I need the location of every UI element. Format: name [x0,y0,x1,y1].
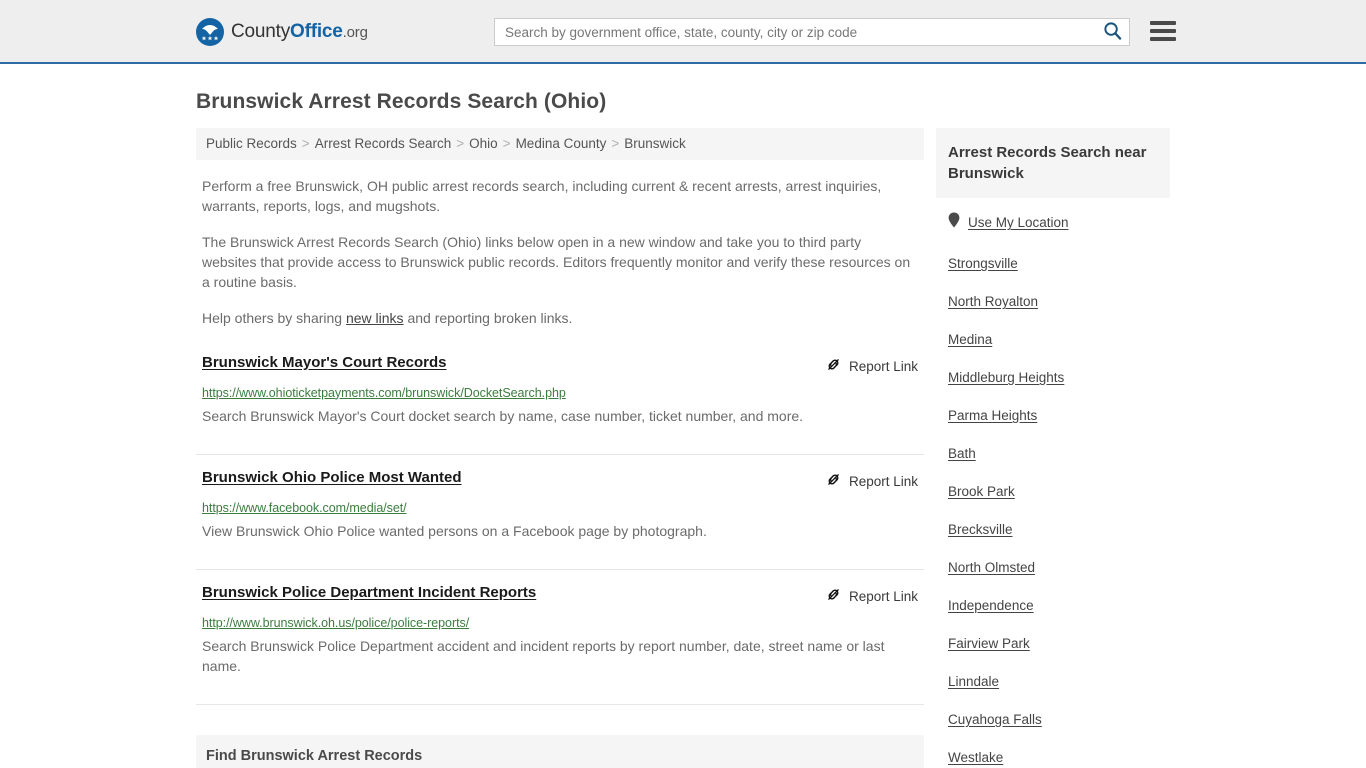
intro-paragraph-3: Help others by sharing new links and rep… [196,308,924,328]
sidebar-item-fairview-park[interactable]: Fairview Park [948,636,1030,651]
list-item: Independence [948,597,1170,615]
intro-section: Perform a free Brunswick, OH public arre… [196,176,924,328]
result-description: View Brunswick Ohio Police wanted person… [202,522,707,539]
list-item: Fairview Park [948,635,1170,653]
result-item: Brunswick Police Department Incident Rep… [196,584,924,705]
result-url[interactable]: http://www.brunswick.oh.us/police/police… [202,616,918,630]
menu-bar-3 [1150,37,1176,41]
report-link-button[interactable]: Report Link [825,471,918,493]
sidebar: Arrest Records Search near Brunswick Use… [936,128,1170,768]
list-item: Brecksville [948,521,1170,539]
breadcrumb-item-public-records[interactable]: Public Records [206,136,297,151]
sidebar-item-north-royalton[interactable]: North Royalton [948,294,1038,309]
find-records-section: Find Brunswick Arrest Records Brunswick … [196,734,924,768]
list-item: Linndale [948,673,1170,691]
result-item: Brunswick Ohio Police Most Wanted Report… [196,469,924,570]
result-item: Brunswick Mayor's Court Records Report L… [196,354,924,455]
sidebar-item-brecksville[interactable]: Brecksville [948,522,1013,537]
result-title-link[interactable]: Brunswick Mayor's Court Records [202,354,446,371]
report-link-button[interactable]: Report Link [825,356,918,378]
sidebar-item-strongsville[interactable]: Strongsville [948,256,1018,271]
sidebar-item-bath[interactable]: Bath [948,446,976,461]
sidebar-item-middleburg-heights[interactable]: Middleburg Heights [948,370,1064,385]
use-my-location-row[interactable]: Use My Location [948,212,1170,233]
intro-paragraph-2: The Brunswick Arrest Records Search (Ohi… [202,233,911,290]
page-title: Brunswick Arrest Records Search (Ohio) [196,90,607,113]
sidebar-item-parma-heights[interactable]: Parma Heights [948,408,1037,423]
results-list: Brunswick Mayor's Court Records Report L… [196,354,924,705]
sidebar-item-medina[interactable]: Medina [948,332,992,347]
breadcrumb-item-brunswick[interactable]: Brunswick [624,136,686,151]
search-icon [1103,21,1122,43]
list-item: Bath [948,445,1170,463]
hamburger-menu-button[interactable] [1150,19,1176,43]
logo-text: CountyOffice.org [231,21,368,43]
menu-bar-1 [1150,21,1176,25]
list-item: Medina [948,331,1170,349]
report-link-label: Report Link [848,589,918,604]
list-item: Cuyahoga Falls [948,711,1170,729]
list-item: Westlake [948,749,1170,767]
sidebar-item-independence[interactable]: Independence [948,598,1034,613]
sidebar-item-brook-park[interactable]: Brook Park [948,484,1015,499]
breadcrumb-separator: > [611,136,620,151]
result-description: Search Brunswick Mayor's Court docket se… [202,407,804,424]
result-title-link[interactable]: Brunswick Police Department Incident Rep… [202,584,536,601]
menu-bar-2 [1150,29,1176,33]
intro-paragraph-1: Perform a free Brunswick, OH public arre… [202,177,882,214]
list-item: Use My Location [948,212,1170,233]
sidebar-heading: Arrest Records Search near Brunswick [936,128,1170,198]
list-item: Parma Heights [948,407,1170,425]
broken-link-icon [825,356,842,378]
breadcrumb-separator: > [502,136,511,151]
search-button[interactable] [1095,19,1129,45]
logo-text-org: .org [342,24,368,41]
main-content: Public Records > Arrest Records Search > Ohi… [196,128,924,768]
breadcrumb-separator: > [456,136,465,151]
result-title-link[interactable]: Brunswick Ohio Police Most Wanted [202,469,461,486]
report-link-label: Report Link [848,474,918,489]
page-container: Brunswick Arrest Records Search (Ohio) P… [0,90,1366,768]
new-links-link[interactable]: new links [346,310,404,326]
nearby-locations-list: Use My Location Strongsville North Royal… [936,198,1170,768]
share-text-before: Help others by sharing [202,309,346,326]
site-logo[interactable]: CountyOffice.org [196,18,368,46]
breadcrumb-item-ohio[interactable]: Ohio [469,136,498,151]
breadcrumb: Public Records > Arrest Records Search > Ohi… [196,128,924,160]
search-input[interactable] [495,19,1095,45]
share-text-after: and reporting broken links. [403,309,573,326]
broken-link-icon [825,471,842,493]
report-link-button[interactable]: Report Link [825,586,918,608]
sidebar-item-linndale[interactable]: Linndale [948,674,999,689]
list-item: North Olmsted [948,559,1170,577]
list-item: Brook Park [948,483,1170,501]
eagle-stars-logo-icon [196,18,224,46]
result-description: Search Brunswick Police Department accid… [202,637,885,674]
breadcrumb-item-arrest-records-search[interactable]: Arrest Records Search [315,136,452,151]
map-pin-icon [948,212,960,233]
report-link-label: Report Link [848,359,918,374]
list-item: Middleburg Heights [948,369,1170,387]
search-bar[interactable] [494,18,1130,46]
site-header: CountyOffice.org [0,0,1366,64]
sidebar-item-westlake[interactable]: Westlake [948,750,1003,765]
result-url[interactable]: https://www.ohioticketpayments.com/bruns… [202,386,918,400]
logo-text-office: Office [290,21,343,42]
sidebar-item-north-olmsted[interactable]: North Olmsted [948,560,1035,575]
find-records-heading: Find Brunswick Arrest Records [196,734,924,768]
breadcrumb-separator: > [301,136,310,151]
use-my-location-link[interactable]: Use My Location [968,215,1069,230]
breadcrumb-item-medina-county[interactable]: Medina County [516,136,607,151]
list-item: Strongsville [948,255,1170,273]
broken-link-icon [825,586,842,608]
list-item: North Royalton [948,293,1170,311]
logo-text-county: County [231,21,291,42]
result-url[interactable]: https://www.facebook.com/media/set/ [202,501,918,515]
sidebar-item-cuyahoga-falls[interactable]: Cuyahoga Falls [948,712,1042,727]
